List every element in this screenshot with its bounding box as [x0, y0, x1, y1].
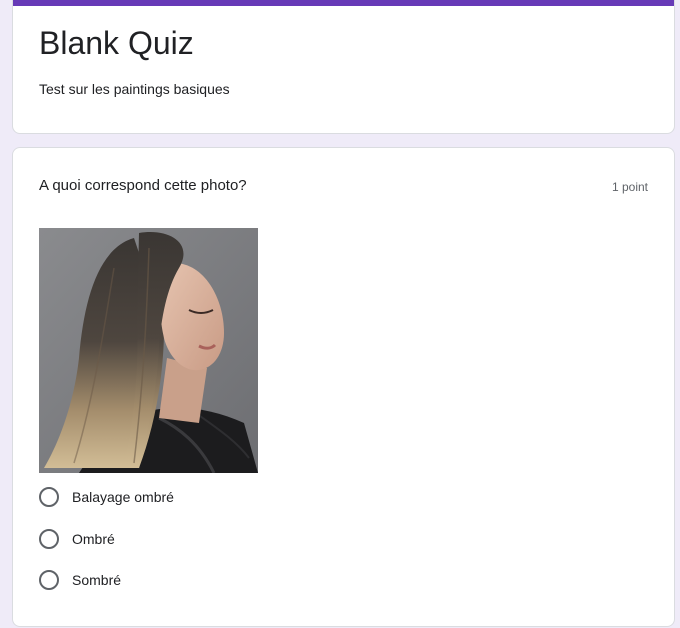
question-points: 1 point [611, 180, 648, 194]
form-header-card: Blank Quiz Test sur les paintings basiqu… [12, 0, 675, 134]
radio-button[interactable] [39, 487, 59, 507]
option-label: Sombré [72, 572, 122, 588]
option-label: Balayage ombré [72, 489, 174, 505]
question-card: A quoi correspond cette photo? 1 point B… [12, 147, 675, 627]
question-title: A quoi correspond cette photo? [39, 177, 247, 194]
woman-ombre-hair-photo [39, 228, 258, 473]
form-description: Test sur les paintings basiques [39, 81, 230, 97]
radio-button[interactable] [39, 570, 59, 590]
option-ombre[interactable]: Ombré [39, 527, 115, 551]
option-sombre[interactable]: Sombré [39, 568, 121, 592]
option-balayage-ombre[interactable]: Balayage ombré [39, 485, 174, 509]
question-image [39, 228, 258, 473]
option-label: Ombré [72, 531, 115, 547]
radio-button[interactable] [39, 529, 59, 549]
form-title: Blank Quiz [39, 25, 194, 61]
form-accent-bar [13, 0, 674, 6]
